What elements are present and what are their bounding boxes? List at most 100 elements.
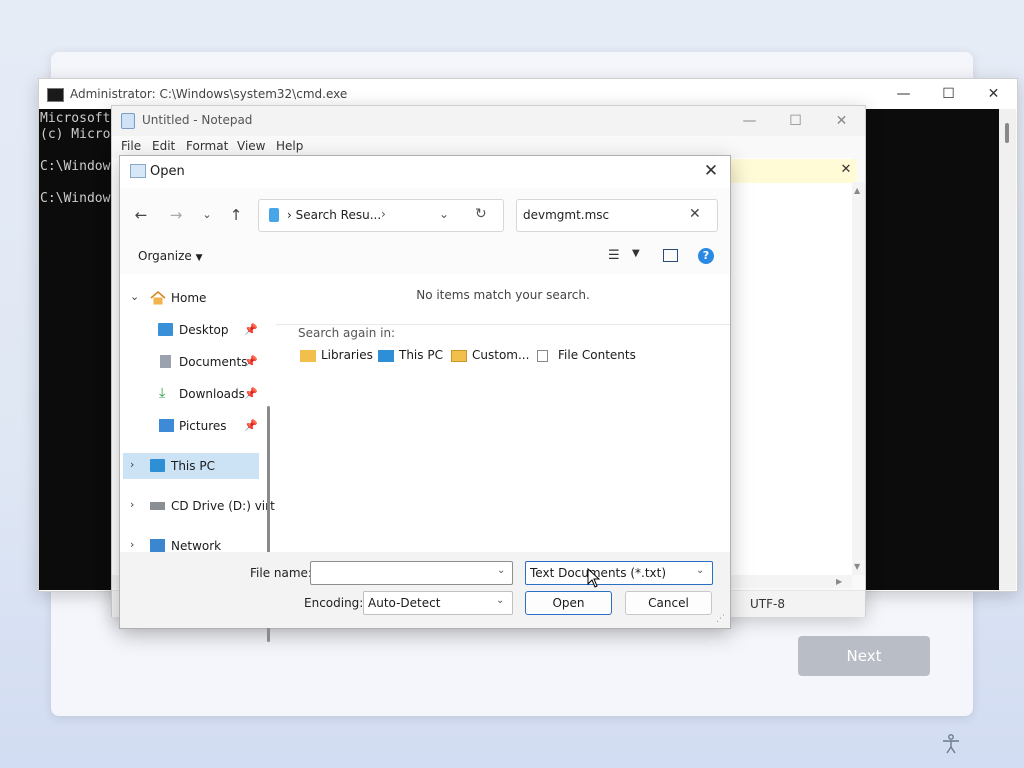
close-icon[interactable]: ✕ bbox=[839, 163, 853, 177]
chevron-down-icon[interactable]: ⌄ bbox=[497, 565, 505, 576]
encoding-label: Encoding: bbox=[304, 596, 364, 610]
search-again-label-custom: Custom... bbox=[472, 348, 530, 362]
close-icon[interactable]: ✕ bbox=[689, 206, 701, 222]
chevron-down-icon[interactable]: ⌄ bbox=[439, 207, 449, 221]
dialog-icon bbox=[130, 164, 146, 178]
nav-item-label: Documents bbox=[179, 355, 248, 369]
next-button[interactable]: Next bbox=[798, 636, 930, 676]
address-bar[interactable]: › Search Resu... › ⌄ ↻ bbox=[258, 199, 504, 232]
file-type-select[interactable]: Text Documents (*.txt) ⌄ bbox=[525, 561, 713, 585]
network-icon bbox=[150, 539, 165, 552]
cmd-scrollbar[interactable] bbox=[999, 109, 1016, 590]
libraries-icon bbox=[300, 350, 316, 362]
notepad-titlebar[interactable]: Untitled - Notepad — ☐ ✕ bbox=[112, 106, 865, 136]
maximize-icon[interactable]: ☐ bbox=[773, 106, 818, 136]
nav-item-desktop[interactable]: Desktop 📌 bbox=[120, 316, 262, 344]
dialog-title: Open bbox=[150, 164, 185, 179]
pin-icon[interactable]: 📌 bbox=[244, 355, 258, 368]
pin-icon[interactable]: 📌 bbox=[244, 387, 258, 400]
close-icon[interactable]: ✕ bbox=[819, 106, 864, 136]
menu-edit[interactable]: Edit bbox=[152, 139, 175, 153]
maximize-icon[interactable]: ☐ bbox=[926, 79, 971, 109]
console-line: (c) Micro bbox=[40, 127, 111, 142]
documents-icon bbox=[160, 355, 171, 368]
desktop-icon bbox=[158, 323, 173, 336]
encoding-select[interactable]: Auto-Detect ⌄ bbox=[363, 591, 513, 615]
dialog-footer: File name: ⌄ Text Documents (*.txt) ⌄ En… bbox=[120, 552, 730, 628]
minimize-icon[interactable]: — bbox=[881, 79, 926, 109]
search-again-label: Search again in: bbox=[298, 326, 396, 340]
notice-bar bbox=[727, 159, 857, 183]
encoding-value: Auto-Detect bbox=[368, 596, 441, 610]
help-icon[interactable]: ? bbox=[698, 248, 714, 264]
nav-item-label: Downloads bbox=[179, 387, 245, 401]
accessibility-icon[interactable] bbox=[940, 733, 962, 755]
chevron-right-icon[interactable]: › bbox=[381, 207, 386, 221]
chevron-down-icon[interactable]: ⌄ bbox=[496, 595, 504, 606]
close-icon[interactable]: ✕ bbox=[700, 160, 722, 182]
menu-file[interactable]: File bbox=[121, 139, 141, 153]
scroll-down-icon[interactable]: ▼ bbox=[854, 562, 860, 571]
organize-button[interactable]: Organize ▼ bbox=[138, 249, 203, 263]
divider bbox=[276, 324, 730, 325]
chevron-down-icon[interactable]: ⌄ bbox=[198, 206, 216, 224]
chevron-right-icon[interactable]: › bbox=[130, 458, 134, 471]
nav-item-downloads[interactable]: ⤓ Downloads 📌 bbox=[120, 380, 262, 408]
nav-item-label: Pictures bbox=[179, 419, 227, 433]
search-again-label-this-pc: This PC bbox=[399, 348, 443, 362]
file-name-input[interactable]: ⌄ bbox=[310, 561, 513, 585]
forward-arrow-icon[interactable]: → bbox=[167, 206, 185, 224]
menu-view[interactable]: View bbox=[237, 139, 265, 153]
notepad-title: Untitled - Notepad bbox=[142, 113, 253, 127]
menu-format[interactable]: Format bbox=[186, 139, 228, 153]
view-list-icon[interactable]: ☰ bbox=[608, 248, 620, 263]
caret-down-icon: ▼ bbox=[195, 253, 203, 263]
chevron-down-icon[interactable]: ⌄ bbox=[696, 565, 704, 576]
nav-item-cd-drive[interactable]: › CD Drive (D:) virt bbox=[120, 492, 275, 520]
nav-item-network[interactable]: › Network bbox=[120, 532, 262, 552]
cmd-title: Administrator: C:\Windows\system32\cmd.e… bbox=[70, 87, 348, 101]
cancel-button[interactable]: Cancel bbox=[625, 591, 712, 615]
pin-icon[interactable]: 📌 bbox=[244, 419, 258, 432]
file-name-label: File name: bbox=[250, 566, 312, 580]
mouse-cursor-icon bbox=[587, 567, 601, 591]
scroll-up-icon[interactable]: ▲ bbox=[854, 186, 860, 195]
status-encoding: UTF-8 bbox=[750, 597, 785, 611]
this-pc-icon bbox=[378, 350, 394, 362]
nav-item-this-pc[interactable]: › This PC bbox=[120, 452, 262, 480]
cd-drive-icon bbox=[150, 502, 165, 510]
close-icon[interactable]: ✕ bbox=[971, 79, 1016, 109]
back-arrow-icon[interactable]: ← bbox=[132, 206, 150, 224]
search-input[interactable]: devmgmt.msc ✕ bbox=[516, 199, 718, 232]
resize-grip-icon[interactable]: ⋰ bbox=[716, 614, 725, 624]
scroll-thumb[interactable] bbox=[1005, 123, 1009, 143]
vertical-scrollbar[interactable]: ▲ ▼ bbox=[852, 182, 865, 575]
chevron-right-icon[interactable]: › bbox=[130, 538, 134, 551]
pin-icon[interactable]: 📌 bbox=[244, 323, 258, 336]
menu-help[interactable]: Help bbox=[276, 139, 303, 153]
dialog-toolbar: Organize ▼ ☰ ▼ ? bbox=[120, 240, 730, 274]
this-pc-icon bbox=[150, 459, 165, 472]
preview-pane-icon[interactable] bbox=[663, 249, 678, 262]
home-icon bbox=[150, 290, 166, 305]
chevron-down-icon[interactable]: ⌄ bbox=[130, 290, 139, 303]
content-pane[interactable]: No items match your search. Search again… bbox=[276, 274, 730, 552]
refresh-icon[interactable]: ↻ bbox=[475, 206, 487, 222]
open-button[interactable]: Open bbox=[525, 591, 612, 615]
minimize-icon[interactable]: — bbox=[727, 106, 772, 136]
navigation-pane: ⌄ Home Desktop 📌 Documents 📌 ⤓ Downloads… bbox=[120, 274, 275, 642]
console-line: C:\Window bbox=[40, 159, 111, 174]
nav-item-documents[interactable]: Documents 📌 bbox=[120, 348, 262, 376]
nav-item-pictures[interactable]: Pictures 📌 bbox=[120, 412, 262, 440]
up-arrow-icon[interactable]: ↑ bbox=[227, 206, 245, 224]
scroll-right-icon[interactable]: ▶ bbox=[836, 577, 842, 586]
nav-item-label: Desktop bbox=[179, 323, 229, 337]
no-items-message: No items match your search. bbox=[416, 288, 590, 302]
open-dialog: Open ✕ ← → ⌄ ↑ › Search Resu... › ⌄ ↻ de… bbox=[119, 155, 731, 642]
nav-item-home[interactable]: ⌄ Home bbox=[120, 284, 262, 312]
chevron-right-icon[interactable]: › bbox=[130, 498, 134, 511]
address-crumb[interactable]: Search Resu... bbox=[296, 208, 382, 222]
notepad-icon bbox=[121, 113, 135, 129]
caret-down-icon[interactable]: ▼ bbox=[632, 248, 640, 259]
downloads-icon: ⤓ bbox=[159, 385, 166, 401]
